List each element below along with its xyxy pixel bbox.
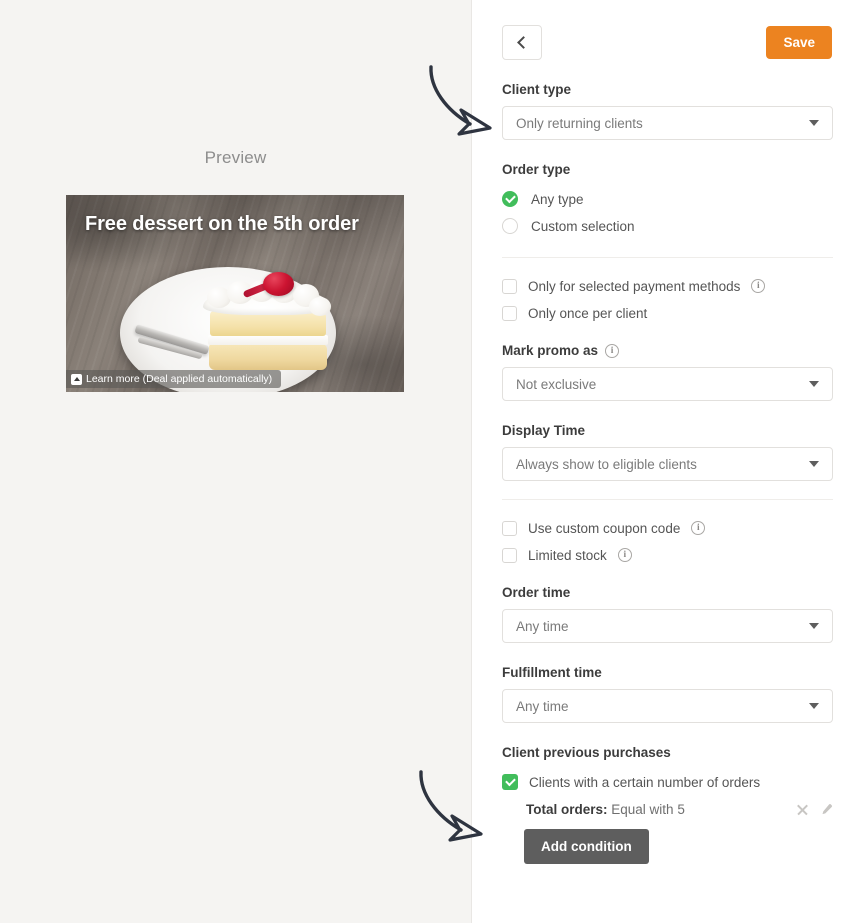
info-icon[interactable]: i	[691, 521, 706, 535]
order-time-label-text: Order time	[502, 585, 571, 600]
cream-swirl	[308, 296, 331, 316]
pencil-icon[interactable]	[819, 803, 833, 817]
order-type-option-any[interactable]: Any type	[502, 186, 832, 212]
fulfillment-time-value: Any time	[516, 698, 569, 714]
divider	[502, 257, 833, 258]
client-type-value: Only returning clients	[516, 115, 643, 131]
checkbox-limited-stock-label: Limited stock	[528, 547, 607, 563]
promo-editor-screen: Preview Free dessert on the 5th order Le…	[0, 0, 862, 923]
cake-cream-middle	[207, 334, 328, 345]
back-button[interactable]	[502, 25, 542, 60]
order-type-option-custom[interactable]: Custom selection	[502, 213, 832, 239]
checkbox-payment-methods-label: Only for selected payment methods	[528, 278, 741, 294]
client-previous-purchases-label-text: Client previous purchases	[502, 745, 671, 760]
expand-icon	[71, 373, 82, 385]
caret-down-icon	[809, 461, 819, 467]
add-condition-button[interactable]: Add condition	[524, 829, 649, 864]
clients-with-orders-checkbox[interactable]: Clients with a certain number of orders	[502, 769, 832, 795]
chevron-left-icon	[517, 36, 530, 49]
learn-more-label: Learn more (Deal applied automatically)	[86, 373, 273, 385]
panel-toolbar: Save	[502, 0, 832, 60]
client-type-label: Client type	[502, 82, 832, 97]
learn-more-badge[interactable]: Learn more (Deal applied automatically)	[66, 370, 282, 388]
caret-down-icon	[809, 623, 819, 629]
order-type-label-text: Order type	[502, 162, 571, 177]
display-time-label-text: Display Time	[502, 423, 586, 438]
client-previous-purchases-label: Client previous purchases	[502, 745, 832, 760]
fulfillment-time-label: Fulfillment time	[502, 665, 832, 680]
cake-slice-shape	[202, 271, 331, 370]
cherry-shape	[262, 271, 294, 296]
caret-down-icon	[809, 703, 819, 709]
promo-headline: Free dessert on the 5th order	[85, 213, 359, 235]
condition-actions	[796, 803, 833, 817]
checkbox-custom-coupon-code-label: Use custom coupon code	[528, 520, 681, 536]
order-type-label: Order type	[502, 162, 832, 177]
order-type-option-any-label: Any type	[531, 191, 584, 207]
checkbox-once-per-client-label: Only once per client	[528, 305, 648, 321]
close-icon[interactable]	[796, 803, 809, 816]
condition-row: Total orders: Equal with 5	[502, 802, 833, 817]
mark-promo-as-label: Mark promo as i	[502, 343, 832, 358]
promo-preview-card: Free dessert on the 5th order Learn more…	[66, 195, 404, 392]
mark-promo-as-label-text: Mark promo as	[502, 343, 599, 358]
checkbox-checked-icon	[502, 774, 518, 790]
order-type-option-custom-label: Custom selection	[531, 218, 635, 234]
order-time-label: Order time	[502, 585, 832, 600]
checkbox-once-per-client[interactable]: Only once per client	[502, 300, 832, 326]
checkbox-unchecked-icon	[502, 278, 517, 294]
display-time-value: Always show to eligible clients	[516, 456, 697, 472]
cake-bottom-layer	[208, 343, 327, 370]
checkbox-unchecked-icon	[502, 520, 517, 536]
mark-promo-as-select[interactable]: Not exclusive	[502, 367, 833, 401]
caret-down-icon	[809, 120, 819, 126]
clients-with-orders-label: Clients with a certain number of orders	[529, 774, 761, 790]
mark-promo-as-value: Not exclusive	[516, 376, 597, 392]
preview-panel: Preview Free dessert on the 5th order Le…	[0, 0, 471, 923]
info-icon[interactable]: i	[751, 279, 766, 293]
order-time-value: Any time	[516, 618, 569, 634]
fulfillment-time-label-text: Fulfillment time	[502, 665, 602, 680]
condition-value: Equal with 5	[611, 802, 685, 817]
client-type-label-text: Client type	[502, 82, 572, 97]
radio-unchecked-icon	[502, 218, 518, 234]
radio-checked-icon	[502, 191, 518, 207]
preview-title: Preview	[204, 148, 267, 167]
checkbox-limited-stock[interactable]: Limited stock i	[502, 542, 832, 568]
checkbox-unchecked-icon	[502, 305, 517, 321]
save-button[interactable]: Save	[766, 26, 832, 59]
checkbox-custom-coupon-code[interactable]: Use custom coupon code i	[502, 515, 832, 541]
fulfillment-time-select[interactable]: Any time	[502, 689, 833, 723]
caret-down-icon	[809, 381, 819, 387]
display-time-select[interactable]: Always show to eligible clients	[502, 447, 833, 481]
settings-panel: Save Client type Only returning clients …	[471, 0, 862, 923]
info-icon[interactable]: i	[605, 343, 620, 358]
display-time-label: Display Time	[502, 423, 832, 438]
condition-prefix: Total orders:	[526, 802, 608, 817]
info-icon[interactable]: i	[617, 548, 632, 562]
order-time-select[interactable]: Any time	[502, 609, 833, 643]
checkbox-payment-methods[interactable]: Only for selected payment methods i	[502, 273, 832, 299]
client-type-select[interactable]: Only returning clients	[502, 106, 833, 140]
checkbox-unchecked-icon	[502, 547, 517, 563]
condition-text: Total orders: Equal with 5	[526, 802, 685, 817]
divider	[502, 499, 833, 500]
